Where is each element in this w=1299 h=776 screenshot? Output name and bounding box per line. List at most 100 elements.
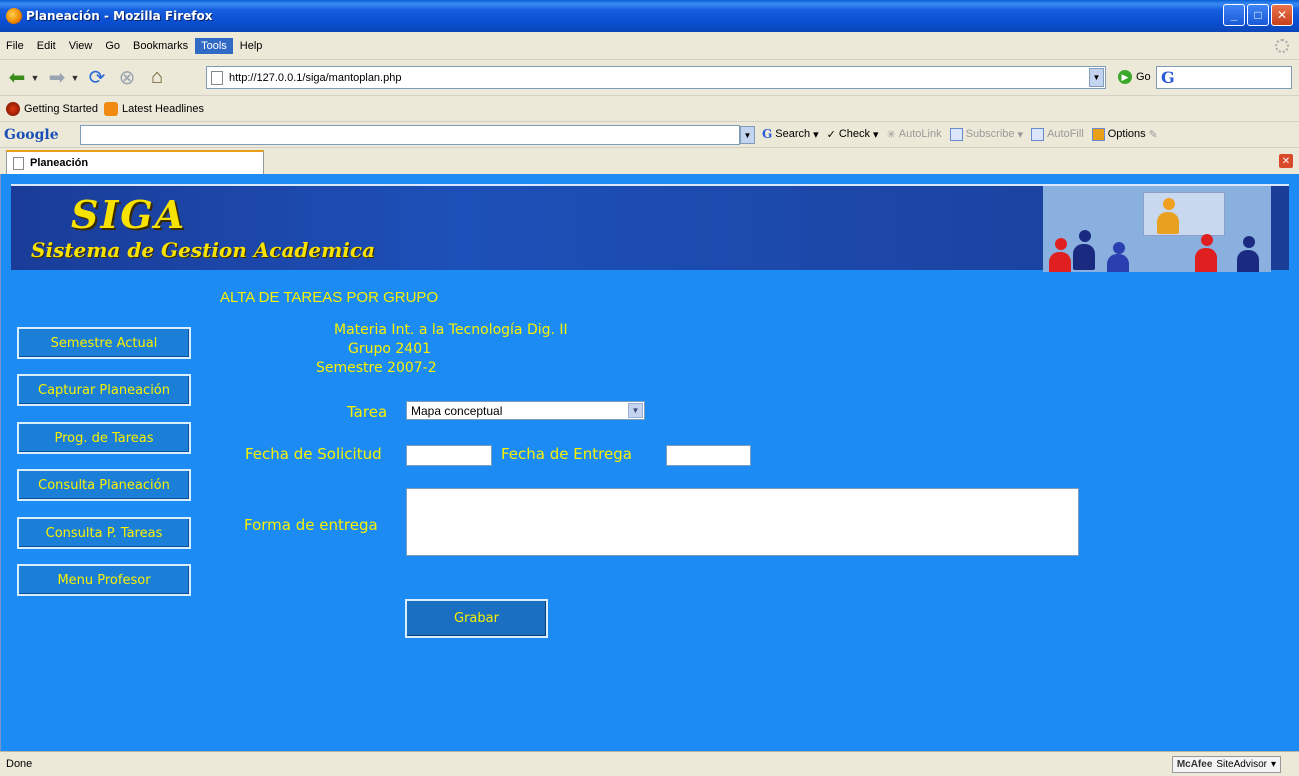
home-icon[interactable]: ⌂ [144,65,170,91]
google-check-button[interactable]: ✓ Check ▾ [827,128,879,141]
autolink-icon: ✳ [886,128,896,141]
google-autolink-button[interactable]: ✳ AutoLink [887,128,942,141]
menu-edit[interactable]: Edit [31,38,62,54]
autofill-icon [1031,127,1045,141]
student-body [1073,244,1095,270]
student-head [1243,236,1255,248]
bookmark-getting-started[interactable]: Getting Started [6,101,98,116]
tool-label: AutoLink [898,128,942,140]
window-controls: _ □ ✕ [1223,4,1293,26]
page-icon [13,156,24,170]
menu-file[interactable]: File [0,38,30,54]
teacher-head [1163,198,1175,210]
siteadvisor-label: SiteAdvisor [1216,759,1267,770]
student-body [1237,250,1259,272]
window-title: Planeación - Mozilla Firefox [26,9,213,23]
board-shape [1143,192,1225,236]
consulta-p-tareas-button[interactable]: Consulta P. Tareas [17,517,191,549]
menu-help[interactable]: Help [234,38,269,54]
tool-label: Search [775,128,811,140]
forward-dropdown-icon[interactable]: ▼ [70,65,80,91]
siga-logo: SIGA [71,192,187,237]
close-tab-icon[interactable]: ✕ [1279,154,1293,168]
bookmark-label: Latest Headlines [122,102,204,115]
firefox-icon [6,8,22,24]
spellcheck-icon: ✓ [826,128,836,141]
google-toolbar: Google ▼ G Search ▾ ✓ Check ▾ ✳ AutoLink Subs… [0,122,1299,148]
menu-go[interactable]: Go [99,38,126,54]
google-search-input[interactable] [80,125,740,145]
throbber-icon [1275,39,1289,53]
page-content: SIGA Sistema de Gestion Academica ALTA D… [0,174,1299,751]
menu-bookmarks[interactable]: Bookmarks [127,38,194,54]
siga-banner: SIGA Sistema de Gestion Academica [11,184,1289,272]
grupo-label: Grupo 2401 [348,341,432,357]
tarea-select[interactable]: Mapa conceptual ▼ [406,401,645,420]
google-autofill-button[interactable]: AutoFill [1031,127,1084,141]
capturar-planeacion-button[interactable]: Capturar Planeación [17,374,191,406]
back-dropdown-icon[interactable]: ▼ [30,65,40,91]
prog-tareas-button[interactable]: Prog. de Tareas [17,422,191,454]
grabar-button[interactable]: Grabar [405,599,548,638]
stop-icon[interactable]: ⊗ [114,65,140,91]
chevron-down-icon[interactable]: ▼ [628,403,643,418]
materia-label: Materia Int. a la Tecnología Dig. II [334,322,568,338]
minimize-button[interactable]: _ [1223,4,1245,26]
status-bar: Done McAfee SiteAdvisor ▾ [0,751,1299,776]
url-bar[interactable]: http://127.0.0.1/siga/mantoplan.php [206,66,1106,89]
siga-subtitle: Sistema de Gestion Academica [31,238,376,262]
forward-arrow-icon[interactable]: ➡ [44,65,70,91]
student-body [1195,248,1217,272]
google-logo[interactable]: Google [4,127,59,143]
pencil-icon: ✎ [1148,128,1158,141]
forma-entrega-textarea[interactable] [406,488,1079,556]
student-head [1079,230,1091,242]
search-box[interactable]: G [1156,66,1292,89]
firefox-bookmark-icon [6,101,20,116]
fecha-solicitud-label: Fecha de Solicitud [245,445,382,463]
student-head [1055,238,1067,250]
tool-label: Options [1107,128,1146,140]
maximize-button[interactable]: □ [1247,4,1269,26]
menu-tools[interactable]: Tools [195,37,233,54]
semestre-label: Semestre 2007-2 [316,360,437,376]
url-text: http://127.0.0.1/siga/mantoplan.php [229,71,402,84]
consulta-planeacion-button[interactable]: Consulta Planeación [17,469,191,501]
google-subscribe-button[interactable]: Subscribe ▾ [949,127,1023,141]
back-arrow-icon[interactable]: ⬅ [4,65,30,91]
mcafee-brand: McAfee [1176,759,1213,770]
status-text: Done [6,758,33,770]
reload-icon[interactable]: ⟳ [84,65,110,91]
tab-planeacion[interactable]: Planeación [6,150,264,174]
options-icon [1091,127,1105,141]
fecha-solicitud-input[interactable] [406,445,492,466]
page-title: ALTA DE TAREAS POR GRUPO [220,289,439,306]
menu-bar: File Edit View Go Bookmarks Tools Help [0,32,1299,60]
fecha-entrega-input[interactable] [666,445,751,466]
page-icon [211,70,223,85]
google-search-dropdown[interactable]: ▼ [740,126,755,144]
menu-view[interactable]: View [63,38,99,54]
forma-entrega-label: Forma de entrega [244,516,378,534]
semestre-actual-button[interactable]: Semestre Actual [17,327,191,359]
bookmark-label: Getting Started [24,102,98,115]
google-g-icon: G [762,127,773,141]
tarea-selected-value: Mapa conceptual [411,403,503,418]
google-tools: G Search ▾ ✓ Check ▾ ✳ AutoLink Subscribe ▾ Au… [762,127,1158,141]
tool-label: Check [838,128,871,140]
close-window-button[interactable]: ✕ [1271,4,1293,26]
bookmark-latest-headlines[interactable]: Latest Headlines [104,101,204,116]
go-button[interactable]: ▶ Go [1118,70,1151,84]
student-head [1113,242,1125,254]
menu-profesor-button[interactable]: Menu Profesor [17,564,191,596]
google-search-button[interactable]: G Search ▾ [762,127,819,141]
go-label: Go [1136,71,1151,83]
google-options-button[interactable]: Options ✎ [1091,127,1158,141]
url-dropdown-button[interactable]: ▼ [1089,68,1104,87]
tool-label: AutoFill [1047,128,1084,140]
window-title-bar: Planeación - Mozilla Firefox _ □ ✕ [0,0,1299,32]
bookmarks-toolbar: Getting Started Latest Headlines [0,96,1299,122]
student-body [1049,252,1071,272]
student-body [1107,254,1129,272]
siteadvisor-button[interactable]: McAfee SiteAdvisor ▾ [1171,756,1281,773]
